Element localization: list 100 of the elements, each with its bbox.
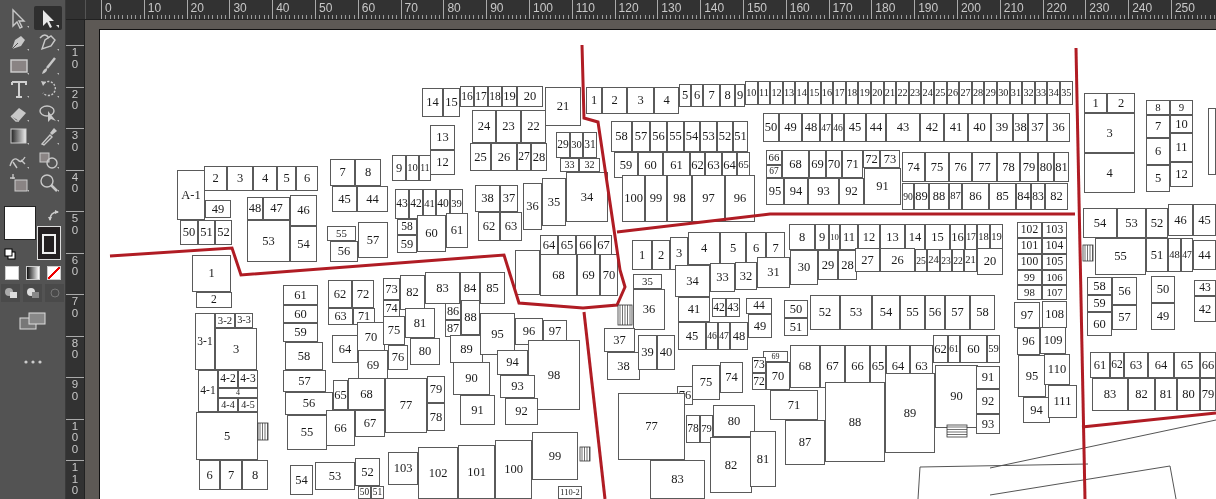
ruler-label: 60: [357, 0, 401, 19]
screen-mode-icon[interactable]: [18, 312, 47, 330]
parcel: 86: [445, 303, 461, 320]
gradient-button[interactable]: [25, 266, 40, 280]
parcel: 75: [925, 152, 949, 182]
parcel: 10: [406, 155, 419, 181]
parcel: 55: [327, 226, 356, 241]
parcel: 51: [733, 121, 748, 152]
ruler-label: 80: [71, 336, 79, 362]
parcel: 57: [945, 295, 970, 330]
parcel: 82: [710, 437, 752, 493]
ruler-label: 140: [700, 0, 743, 19]
parcel: 62: [690, 152, 705, 178]
parcel: 19: [990, 224, 1003, 250]
parcel: 54: [290, 226, 317, 262]
parcel: 33: [560, 158, 579, 172]
parcel: 63: [328, 308, 353, 325]
swap-arrow-icon[interactable]: [47, 210, 60, 222]
parcel: A-1: [177, 170, 205, 220]
parcel: 30: [790, 250, 818, 285]
parcel: 70: [600, 254, 618, 296]
parcel: 50: [180, 220, 198, 245]
parcel: 81: [1054, 152, 1069, 182]
none-button[interactable]: [46, 266, 61, 280]
parcel: 91: [864, 168, 901, 205]
parcel: 13: [880, 224, 905, 250]
ruler-label: 130: [657, 0, 701, 19]
parcel: 57: [632, 121, 650, 152]
stroke-swatch[interactable]: [36, 226, 61, 260]
parcel: 3-1: [195, 313, 215, 370]
ruler-label: 220: [1042, 0, 1086, 19]
parcel: 76: [949, 152, 972, 182]
parcel: 59: [283, 323, 318, 342]
parcel: 66: [326, 410, 355, 446]
selection-tool-button[interactable]: [33, 6, 62, 30]
parcel: 22: [896, 81, 909, 105]
parcel: 8: [789, 224, 815, 250]
ruler-label: 50: [71, 212, 79, 238]
default-colors-icon[interactable]: [3, 248, 16, 260]
ruler-label: 70: [400, 0, 444, 19]
parcel: 109: [1040, 327, 1066, 354]
parcel: 89: [885, 373, 935, 453]
parcel: 1: [632, 240, 652, 270]
parcel: 103: [388, 452, 418, 485]
parcel: 56: [1112, 277, 1137, 305]
parcel: 60: [283, 305, 318, 323]
parcel: 19: [858, 81, 871, 105]
parcel: 17: [474, 86, 488, 107]
parcel: 93: [808, 178, 839, 205]
ruler-label: 100: [71, 419, 79, 457]
parcel: 52: [1146, 208, 1168, 238]
parcel: 69: [809, 150, 826, 178]
ruler-label: 230: [1085, 0, 1129, 19]
parcel: 51: [784, 318, 808, 336]
parcel: 1: [586, 87, 602, 114]
parcel: 4-3: [238, 370, 258, 388]
parcel: 83: [425, 272, 460, 304]
parcel: 83: [650, 460, 705, 499]
parcel: 90: [902, 183, 914, 210]
parcel: 70: [826, 150, 842, 178]
parcel: 54: [290, 465, 313, 495]
parcel: 8: [355, 159, 381, 186]
parcel: 42: [1194, 296, 1216, 322]
parcel: 49: [1151, 303, 1175, 330]
parcel: 52: [355, 458, 380, 486]
parcel: 90: [935, 365, 978, 428]
parcel: 32: [579, 158, 600, 172]
more-tools-icon[interactable]: [23, 360, 42, 364]
parcel: 79: [1200, 378, 1216, 411]
draw-behind-button[interactable]: [23, 284, 42, 302]
parcel: 60: [638, 152, 663, 178]
ruler-label: 210: [999, 0, 1043, 19]
parcel: 82: [400, 275, 425, 310]
ruler-label: 30: [71, 129, 79, 155]
parcel: 61: [1090, 352, 1110, 378]
parcel: 2: [196, 292, 232, 308]
parcel: 111: [1048, 385, 1077, 418]
parcel: 16: [950, 224, 965, 250]
parcel: 77: [972, 152, 997, 182]
parcel: 79: [700, 415, 713, 443]
parcel: 34: [566, 172, 608, 222]
parcel: 10: [745, 81, 758, 105]
parcel: 4: [654, 87, 679, 114]
stairs-icon: [617, 304, 633, 326]
parcel: 58: [611, 121, 632, 152]
ruler-label: 20: [71, 87, 79, 113]
parcel: 7: [220, 460, 242, 490]
parcel: 61: [446, 213, 468, 248]
ruler-label: 80: [443, 0, 487, 19]
color-button[interactable]: [4, 266, 19, 280]
parcel: 65: [333, 380, 348, 410]
parcel: 15: [443, 88, 460, 117]
parcel: 96: [1017, 328, 1040, 355]
fill-swatch[interactable]: [3, 206, 36, 240]
parcel: 44: [746, 298, 772, 314]
parcel: 23: [496, 110, 521, 143]
draw-normal-button[interactable]: [1, 284, 20, 302]
parcel: 37: [604, 328, 635, 352]
parcel: 22: [521, 110, 546, 143]
parcel: 99: [1017, 270, 1042, 285]
